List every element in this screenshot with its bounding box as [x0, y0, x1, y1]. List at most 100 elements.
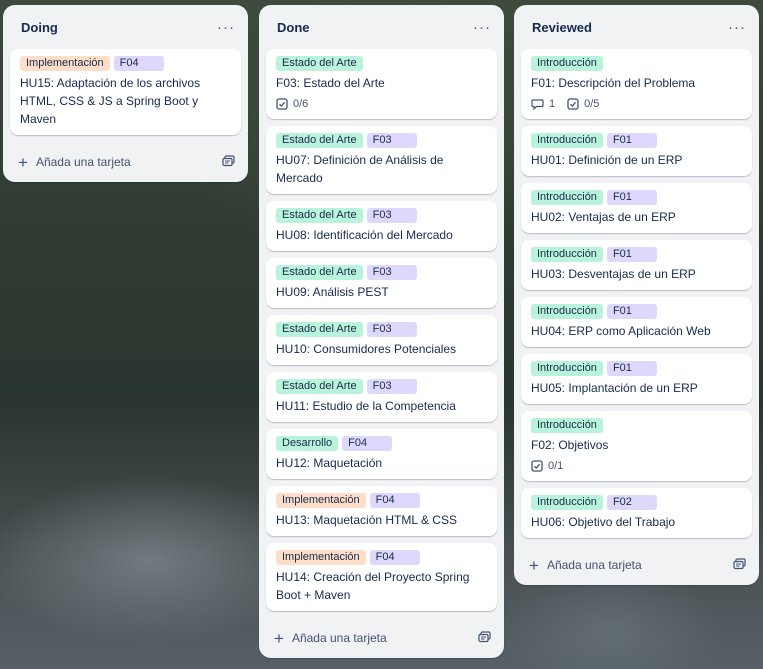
card-labels: Estado del Arte F03 — [276, 379, 487, 394]
card-label[interactable]: Estado del Arte — [276, 265, 363, 280]
card[interactable]: Introducción F02 HU06: Objetivo del Trabaj… — [521, 488, 752, 538]
card-label[interactable]: Implementación — [20, 56, 110, 71]
card-label[interactable]: F04 — [369, 550, 420, 565]
card-template-icon[interactable] — [222, 154, 235, 170]
card-labels: Implementación F04 — [276, 550, 487, 565]
card[interactable]: Estado del Arte F03 HU08: Identificación d… — [266, 201, 497, 251]
card[interactable]: Introducción F01 HU01: Definición de un ER… — [521, 126, 752, 176]
card-label[interactable]: Estado del Arte — [276, 322, 363, 337]
card[interactable]: Estado del Arte F03 HU10: Consumidores Pot… — [266, 315, 497, 365]
card-label[interactable]: Estado del Arte — [276, 208, 363, 223]
card-label[interactable]: F04 — [369, 493, 420, 508]
list-title[interactable]: Done — [277, 20, 310, 35]
card-label[interactable]: F01 — [606, 304, 657, 319]
checklist-icon — [567, 98, 579, 110]
card-title: F03: Estado del Arte — [276, 76, 385, 90]
comment-icon — [531, 98, 544, 110]
card[interactable]: Implementación F04 HU13: Maquetación HTML … — [266, 486, 497, 536]
card-label[interactable]: F02 — [606, 495, 657, 510]
card[interactable]: Introducción F01 HU02: Ventajas de un ERP — [521, 183, 752, 233]
card-label[interactable]: Estado del Arte — [276, 133, 363, 148]
list-done: Done ··· Estado del Arte F03: Estado del Ar… — [259, 5, 504, 658]
add-card-button[interactable]: + Añada una tarjeta — [274, 630, 387, 647]
card[interactable]: Desarrollo F04 HU12: Maquetación — [266, 429, 497, 479]
checklist-badge: 0/6 — [276, 98, 308, 110]
card-labels: Estado del Arte F03 — [276, 208, 487, 223]
card[interactable]: Implementación F04 HU15: Adaptación de los… — [10, 49, 241, 135]
card-label[interactable]: F04 — [342, 436, 393, 451]
card[interactable]: Introducción F02: Objetivos 0/1 — [521, 411, 752, 481]
card-label[interactable]: F03 — [366, 322, 417, 337]
card-labels: Introducción F01 — [531, 190, 742, 205]
card-label[interactable]: Introducción — [531, 56, 603, 71]
card-label[interactable]: Implementación — [276, 550, 366, 565]
card-label[interactable]: F03 — [366, 208, 417, 223]
card-label[interactable]: Introducción — [531, 304, 603, 319]
card-template-icon[interactable] — [733, 557, 746, 573]
add-card-button[interactable]: + Añada una tarjeta — [18, 154, 131, 171]
card-label[interactable]: F01 — [606, 190, 657, 205]
card-title: HU10: Consumidores Potenciales — [276, 342, 457, 356]
checklist-count: 0/6 — [293, 98, 309, 110]
card-label[interactable]: Implementación — [276, 493, 366, 508]
list-header: Reviewed ··· — [521, 5, 752, 49]
more-horizontal-icon[interactable]: ··· — [728, 20, 746, 35]
more-horizontal-icon[interactable]: ··· — [217, 20, 235, 35]
add-card-label: Añada una tarjeta — [35, 155, 131, 169]
card-labels: Introducción F01 — [531, 247, 742, 262]
card-labels: Implementación F04 — [20, 56, 231, 71]
card-title: HU11: Estudio de la Competencia — [276, 399, 456, 413]
list-header: Doing ··· — [10, 5, 241, 49]
card-label[interactable]: Introducción — [531, 190, 603, 205]
list-doing: Doing ··· Implementación F04 HU15: Adaptació… — [3, 5, 248, 182]
card-title: HU03: Desventajas de un ERP — [531, 267, 696, 281]
card-label[interactable]: F03 — [366, 133, 417, 148]
card-labels: Estado del Arte — [276, 56, 487, 71]
list-title[interactable]: Doing — [21, 20, 58, 35]
card-labels: Introducción F01 — [531, 361, 742, 376]
checklist-icon — [276, 98, 288, 110]
card[interactable]: Implementación F04 HU14: Creación del Proy… — [266, 543, 497, 611]
plus-icon: + — [18, 152, 28, 172]
card[interactable]: Introducción F01 HU05: Implantación de un … — [521, 354, 752, 404]
card-labels: Introducción F01 — [531, 304, 742, 319]
card[interactable]: Estado del Arte F03 HU07: Definición de An… — [266, 126, 497, 194]
card-label[interactable]: F01 — [606, 361, 657, 376]
card-label[interactable]: F01 — [606, 133, 657, 148]
card-label[interactable]: F01 — [606, 247, 657, 262]
card-labels: Estado del Arte F03 — [276, 265, 487, 280]
card-labels: Desarrollo F04 — [276, 436, 487, 451]
card-title: HU02: Ventajas de un ERP — [531, 210, 676, 224]
add-card-label: Añada una tarjeta — [291, 631, 387, 645]
card-label[interactable]: F03 — [366, 379, 417, 394]
card-labels: Introducción — [531, 56, 742, 71]
card-badges: 0/6 — [276, 96, 487, 112]
add-card-row: + Añada una tarjeta — [10, 142, 241, 182]
card[interactable]: Introducción F01 HU04: ERP como Aplicación… — [521, 297, 752, 347]
list-title[interactable]: Reviewed — [532, 20, 592, 35]
card-label[interactable]: Introducción — [531, 133, 603, 148]
card-label[interactable]: F03 — [366, 265, 417, 280]
card-label[interactable]: Desarrollo — [276, 436, 339, 451]
checklist-badge: 0/5 — [567, 98, 599, 110]
card[interactable]: Introducción F01 HU03: Desventajas de un E… — [521, 240, 752, 290]
card-label[interactable]: Introducción — [531, 361, 603, 376]
comment-count: 1 — [549, 98, 556, 110]
card-title: HU05: Implantación de un ERP — [531, 381, 698, 395]
card-label[interactable]: Estado del Arte — [276, 379, 363, 394]
add-card-row: + Añada una tarjeta — [266, 618, 497, 658]
card-title: HU07: Definición de Análisis de Mercado — [276, 153, 444, 185]
card[interactable]: Introducción F01: Descripción del Problem… — [521, 49, 752, 119]
card-label[interactable]: Introducción — [531, 418, 603, 433]
card-label[interactable]: F04 — [113, 56, 164, 71]
card[interactable]: Estado del Arte F03 HU09: Análisis PEST — [266, 258, 497, 308]
card-template-icon[interactable] — [478, 630, 491, 646]
card[interactable]: Estado del Arte F03: Estado del Arte 0/6 — [266, 49, 497, 119]
add-card-button[interactable]: + Añada una tarjeta — [529, 557, 642, 574]
card-label[interactable]: Introducción — [531, 495, 603, 510]
more-horizontal-icon[interactable]: ··· — [473, 20, 491, 35]
card[interactable]: Estado del Arte F03 HU11: Estudio de la Co… — [266, 372, 497, 422]
card-label[interactable]: Estado del Arte — [276, 56, 363, 71]
checklist-badge: 0/1 — [531, 460, 563, 472]
card-label[interactable]: Introducción — [531, 247, 603, 262]
